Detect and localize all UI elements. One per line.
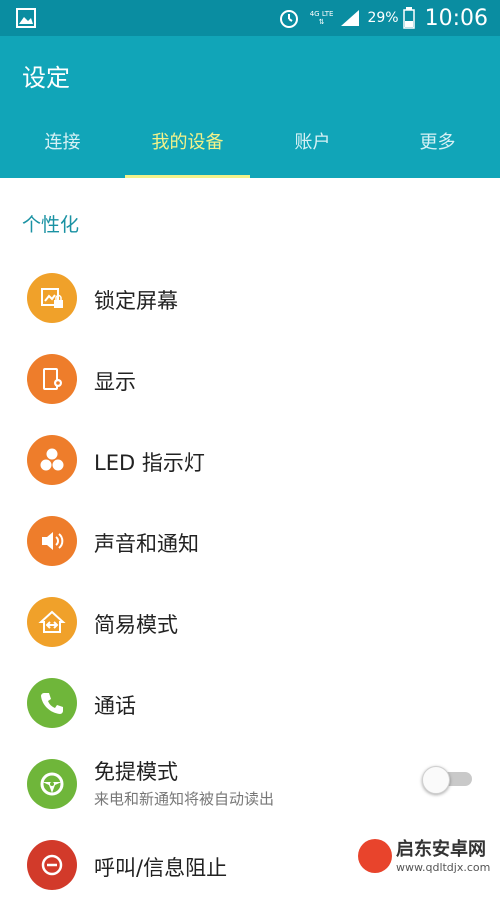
- status-bar: 4G LTE ⇅ 29% 10:06: [0, 0, 500, 36]
- list-item-description: 来电和新通知将被自动读出: [94, 790, 275, 808]
- watermark-brand: 启东安卓网: [396, 839, 486, 860]
- list-item-label: 呼叫/信息阻止: [94, 856, 228, 880]
- sound-icon: [27, 516, 77, 566]
- list-item-label: 锁定屏幕: [94, 289, 178, 313]
- battery-icon: [402, 7, 415, 29]
- list-item-label: 简易模式: [94, 613, 178, 637]
- app-header: 设定 连接 我的设备 账户 更多: [0, 36, 500, 178]
- list-item-label: 显示: [94, 370, 136, 394]
- tab-bar: 连接 我的设备 账户 更多: [0, 120, 500, 178]
- list-item-label: 免提模式: [94, 760, 178, 784]
- block-icon: [27, 840, 77, 890]
- data-arrows-icon: ⇅: [318, 18, 325, 26]
- clock: 10:06: [424, 5, 488, 31]
- list-item-label: LED 指示灯: [94, 451, 205, 475]
- list-item-led-indicator[interactable]: LED 指示灯: [0, 420, 500, 501]
- list-item-call[interactable]: 通话: [0, 663, 500, 744]
- network-type: 4G LTE ⇅: [309, 10, 334, 26]
- tab-my-device[interactable]: 我的设备: [125, 120, 250, 178]
- page-title: 设定: [22, 64, 70, 92]
- phone-icon: [27, 678, 77, 728]
- alarm-icon: [279, 10, 298, 28]
- hands-free-toggle[interactable]: [422, 766, 472, 794]
- display-icon: [27, 354, 77, 404]
- watermark-logo: 启东安卓网 www.qdltdjx.com: [352, 831, 492, 883]
- list-item-easy-mode[interactable]: 简易模式: [0, 582, 500, 663]
- signal-icon: [341, 10, 360, 26]
- gallery-icon: [16, 8, 36, 28]
- lock-screen-icon: [27, 273, 77, 323]
- watermark-logo-icon: [358, 839, 392, 873]
- toggle-knob: [422, 766, 450, 794]
- watermark-url: www.qdltdjx.com: [396, 861, 491, 874]
- list-item-sound-notifications[interactable]: 声音和通知: [0, 501, 500, 582]
- steering-wheel-icon: [27, 759, 77, 809]
- battery-percent: 29%: [367, 10, 399, 26]
- list-item-label: 通话: [94, 694, 136, 718]
- settings-list: 锁定屏幕 显示 LED 指示灯 声音和通知 简易模式 通话 免提模式 来电和新通…: [0, 258, 500, 906]
- list-item-lock-screen[interactable]: 锁定屏幕: [0, 258, 500, 339]
- tab-accounts[interactable]: 账户: [250, 120, 375, 178]
- list-item-label: 声音和通知: [94, 532, 199, 556]
- list-item-hands-free-mode[interactable]: 免提模式 来电和新通知将被自动读出: [0, 744, 500, 825]
- easy-mode-icon: [27, 597, 77, 647]
- section-header-personalization: 个性化: [22, 214, 80, 236]
- tab-more[interactable]: 更多: [375, 120, 500, 178]
- status-icons: 4G LTE ⇅ 29% 10:06: [278, 0, 488, 36]
- list-item-display[interactable]: 显示: [0, 339, 500, 420]
- tab-connections[interactable]: 连接: [0, 120, 125, 178]
- led-indicator-icon: [27, 435, 77, 485]
